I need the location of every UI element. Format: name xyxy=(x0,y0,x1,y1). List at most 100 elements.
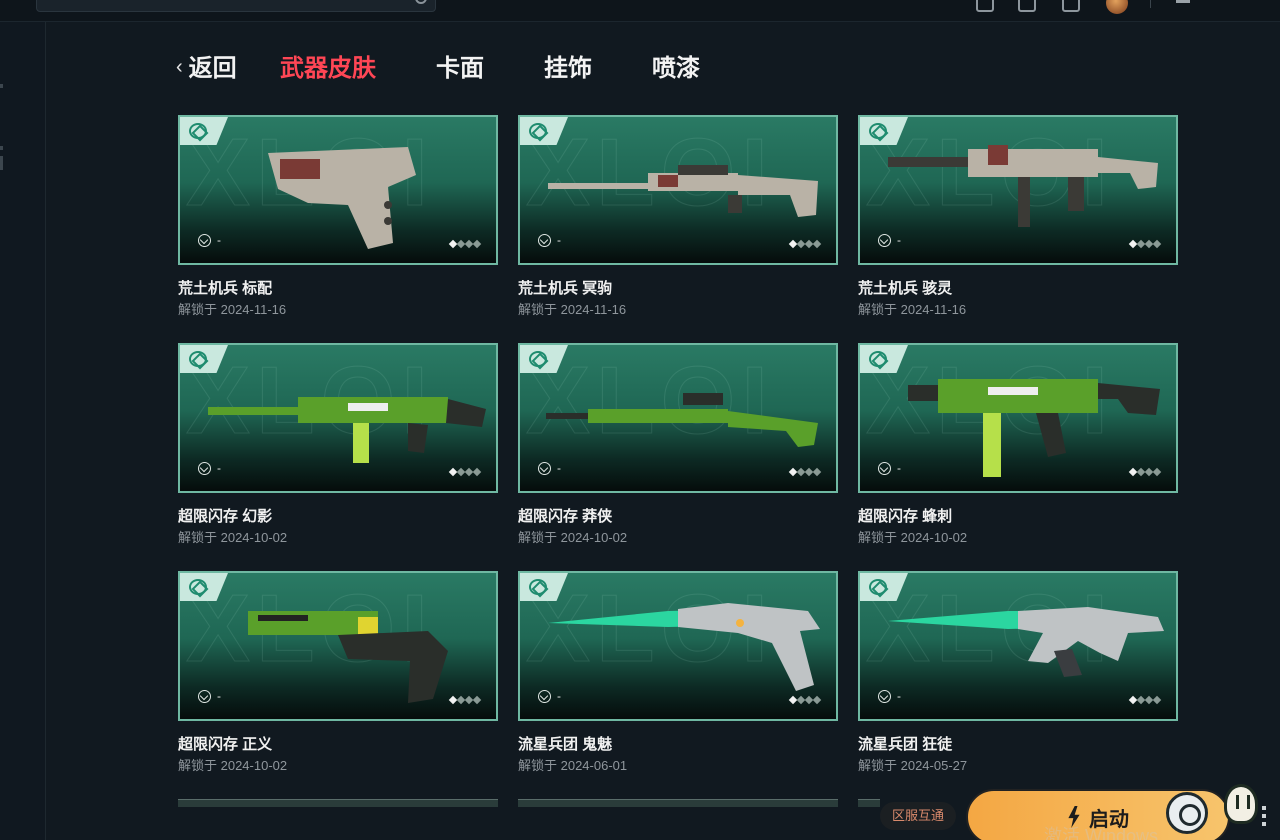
assistant-mascot-icon[interactable] xyxy=(1224,784,1258,824)
weapon-image xyxy=(868,581,1168,716)
kill-counter-icon xyxy=(198,461,211,475)
tab-sprays[interactable]: 喷漆 xyxy=(652,52,700,86)
skin-card-partial[interactable] xyxy=(178,799,498,807)
unlock-date: 解锁于 2024-11-16 xyxy=(858,302,967,317)
chat-icon[interactable] xyxy=(1166,792,1208,834)
unlock-date: 解锁于 2024-06-01 xyxy=(518,758,628,773)
windows-activation-watermark: 激活 Windows xyxy=(1044,826,1159,840)
unlock-date: 解锁于 2024-11-16 xyxy=(518,302,627,317)
sidebar xyxy=(0,22,46,840)
kill-counter: - xyxy=(198,461,221,475)
unlock-date: 解锁于 2024-10-02 xyxy=(518,530,628,545)
unlock-date: 解锁于 2024-11-16 xyxy=(178,302,287,317)
skin-card[interactable]: XLOI- 超限闪存 蜂刺解锁于 2024-10-02 xyxy=(858,343,1178,545)
upgrade-level-indicator xyxy=(1128,695,1162,705)
note-icon[interactable] xyxy=(976,0,994,12)
message-icon[interactable] xyxy=(1018,0,1036,12)
friends-icon[interactable] xyxy=(1062,0,1080,12)
sidebar-marker xyxy=(0,156,3,170)
level-diamond-icon xyxy=(812,467,822,477)
kill-counter: - xyxy=(538,233,561,247)
kill-counter-icon xyxy=(878,233,891,247)
unlock-date: 解锁于 2024-10-02 xyxy=(178,758,288,773)
region-badge[interactable]: 区服互通 xyxy=(880,802,956,830)
skin-name: 荒土机兵 冥驹 xyxy=(518,280,613,297)
menu-icon[interactable] xyxy=(1176,0,1190,3)
skin-card[interactable]: XLOI- 超限闪存 正义解锁于 2024-10-02 xyxy=(178,571,498,773)
skin-card-partial[interactable] xyxy=(518,799,838,807)
chevron-left-icon: ‹ xyxy=(176,56,183,78)
kill-counter-icon xyxy=(878,689,891,703)
skin-card[interactable]: XLOI - 荒土机兵 冥驹 解锁于 2024-11-16 xyxy=(518,115,838,317)
kill-counter-value: - xyxy=(557,233,561,247)
level-diamond-icon xyxy=(1152,239,1162,249)
skin-name: 超限闪存 幻影 xyxy=(178,508,273,525)
weapon-image xyxy=(868,125,1168,260)
kill-counter-value: - xyxy=(217,461,221,475)
search-icon[interactable] xyxy=(415,0,427,4)
tab-player-cards[interactable]: 卡面 xyxy=(436,52,484,86)
unlock-date: 解锁于 2024-10-02 xyxy=(858,530,968,545)
kill-counter-icon xyxy=(538,689,551,703)
skin-card[interactable]: XLOI - 流星兵团 鬼魅 解锁于 2024-06-01 xyxy=(518,571,838,773)
search-input[interactable] xyxy=(36,0,436,12)
top-bar xyxy=(0,0,1280,22)
avatar[interactable] xyxy=(1106,0,1128,14)
more-vertical-icon[interactable] xyxy=(1262,806,1266,826)
kill-counter-value: - xyxy=(897,233,901,247)
upgrade-level-indicator xyxy=(1128,239,1162,249)
kill-counter-icon xyxy=(538,233,551,247)
upgrade-level-indicator xyxy=(448,239,482,249)
skin-name: 超限闪存 蜂刺 xyxy=(858,508,953,525)
upgrade-level-indicator xyxy=(788,467,822,477)
skin-card[interactable]: XLOI - 流星兵团 狂徒 解锁于 2024-05-27 xyxy=(858,571,1178,773)
sidebar-marker xyxy=(0,146,3,150)
upgrade-level-indicator xyxy=(788,695,822,705)
kill-counter-value: - xyxy=(217,233,221,247)
weapon-image xyxy=(188,581,488,716)
level-diamond-icon xyxy=(812,695,822,705)
kill-counter: - xyxy=(538,689,561,703)
skin-card[interactable]: XLOI- 荒土机兵 标配解锁于 2024-11-16 xyxy=(178,115,498,317)
kill-counter: - xyxy=(538,461,561,475)
upgrade-level-indicator xyxy=(1128,467,1162,477)
level-diamond-icon xyxy=(472,467,482,477)
kill-counter: - xyxy=(878,689,901,703)
skin-thumbnail: XLOI- xyxy=(518,343,838,493)
skin-name: 流星兵团 狂徒 xyxy=(858,736,953,753)
upgrade-level-indicator xyxy=(448,695,482,705)
tab-weapon-skins[interactable]: 武器皮肤 xyxy=(280,52,376,86)
kill-counter: - xyxy=(878,233,901,247)
kill-counter-icon xyxy=(878,461,891,475)
kill-counter-icon xyxy=(538,461,551,475)
skin-name: 流星兵团 鬼魅 xyxy=(518,736,613,753)
back-button[interactable]: ‹ 返回 xyxy=(176,52,237,87)
skin-thumbnail: XLOI- xyxy=(518,115,838,265)
level-diamond-icon xyxy=(1152,695,1162,705)
upgrade-level-indicator xyxy=(788,239,822,249)
kill-counter-value: - xyxy=(557,689,561,703)
weapon-image xyxy=(188,125,488,260)
kill-counter-value: - xyxy=(897,689,901,703)
kill-counter-value: - xyxy=(557,461,561,475)
sidebar-marker xyxy=(0,84,3,88)
level-diamond-icon xyxy=(472,695,482,705)
weapon-image xyxy=(528,581,828,716)
skin-card[interactable]: XLOI- 超限闪存 幻影解锁于 2024-10-02 xyxy=(178,343,498,545)
kill-counter-value: - xyxy=(217,689,221,703)
skin-thumbnail: XLOI- xyxy=(178,571,498,721)
back-label: 返回 xyxy=(188,55,237,82)
skin-card[interactable]: XLOI - 超限闪存 莽侠 解锁于 2024-10-02 xyxy=(518,343,838,545)
skin-card[interactable]: XLOI- 荒土机兵 骇灵解锁于 2024-11-16 xyxy=(858,115,1178,317)
skin-thumbnail: XLOI- xyxy=(858,115,1178,265)
kill-counter-icon xyxy=(198,689,211,703)
skin-thumbnail: XLOI- xyxy=(858,343,1178,493)
level-diamond-icon xyxy=(812,239,822,249)
skin-name: 荒土机兵 骇灵 xyxy=(858,280,953,297)
tab-buddies[interactable]: 挂饰 xyxy=(544,52,592,86)
weapon-image xyxy=(528,125,828,260)
kill-counter: - xyxy=(878,461,901,475)
unlock-date: 解锁于 2024-05-27 xyxy=(858,758,968,773)
skin-card-partial[interactable] xyxy=(858,799,880,807)
skin-thumbnail: XLOI- xyxy=(178,343,498,493)
